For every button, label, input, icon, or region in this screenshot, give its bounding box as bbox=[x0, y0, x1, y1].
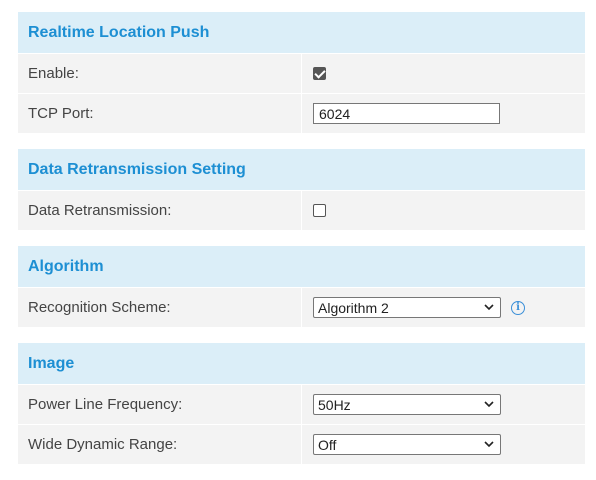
chevron-down-icon bbox=[481, 302, 497, 314]
tcp-port-input[interactable]: 6024 bbox=[313, 103, 500, 124]
field-value-cell bbox=[302, 54, 585, 93]
enable-checkbox[interactable] bbox=[313, 67, 326, 80]
section-image: Image Power Line Frequency: 50Hz Wide Dy… bbox=[18, 343, 585, 464]
settings-row-power-line-frequency: Power Line Frequency: 50Hz bbox=[18, 385, 585, 424]
field-label: Wide Dynamic Range: bbox=[18, 425, 301, 464]
chevron-down-icon bbox=[481, 439, 497, 451]
settings-row-recognition-scheme: Recognition Scheme: Algorithm 2 i bbox=[18, 288, 585, 327]
recognition-scheme-select[interactable]: Algorithm 2 bbox=[313, 297, 501, 318]
field-value-cell: Off bbox=[302, 425, 585, 464]
select-value: Off bbox=[318, 436, 337, 453]
field-label: Data Retransmission: bbox=[18, 191, 301, 230]
wide-dynamic-range-select[interactable]: Off bbox=[313, 434, 501, 455]
power-line-frequency-select[interactable]: 50Hz bbox=[313, 394, 501, 415]
section-data-retransmission: Data Retransmission Setting Data Retrans… bbox=[18, 149, 585, 230]
section-title: Realtime Location Push bbox=[18, 12, 585, 53]
section-title: Image bbox=[18, 343, 585, 384]
data-retransmission-checkbox[interactable] bbox=[313, 204, 326, 217]
settings-panel: Realtime Location Push Enable: TCP Port:… bbox=[18, 12, 585, 480]
settings-row-wide-dynamic-range: Wide Dynamic Range: Off bbox=[18, 425, 585, 464]
field-label: Power Line Frequency: bbox=[18, 385, 301, 424]
settings-row-tcp-port: TCP Port: 6024 bbox=[18, 94, 585, 133]
chevron-down-icon bbox=[481, 399, 497, 411]
section-title: Data Retransmission Setting bbox=[18, 149, 585, 190]
field-label: TCP Port: bbox=[18, 94, 301, 133]
section-title: Algorithm bbox=[18, 246, 585, 287]
field-value-cell: 6024 bbox=[302, 94, 585, 133]
select-value: 50Hz bbox=[318, 396, 351, 413]
select-value: Algorithm 2 bbox=[318, 299, 389, 316]
field-label: Enable: bbox=[18, 54, 301, 93]
section-algorithm: Algorithm Recognition Scheme: Algorithm … bbox=[18, 246, 585, 327]
info-icon[interactable]: i bbox=[511, 300, 525, 315]
field-label: Recognition Scheme: bbox=[18, 288, 301, 327]
settings-row-enable: Enable: bbox=[18, 54, 585, 93]
settings-row-data-retransmission: Data Retransmission: bbox=[18, 191, 585, 230]
field-value-cell: 50Hz bbox=[302, 385, 585, 424]
section-realtime-location-push: Realtime Location Push Enable: TCP Port:… bbox=[18, 12, 585, 133]
field-value-cell bbox=[302, 191, 585, 230]
field-value-cell: Algorithm 2 i bbox=[302, 288, 585, 327]
